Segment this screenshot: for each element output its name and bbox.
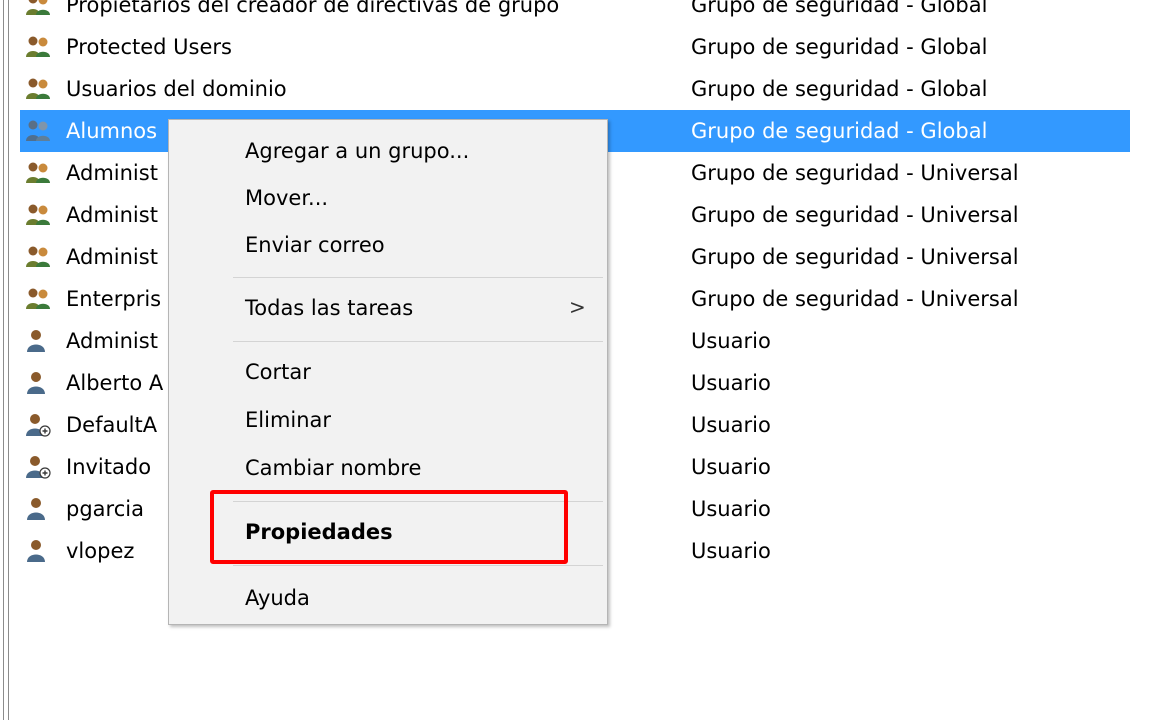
- item-type: Grupo de seguridad - Global: [691, 0, 988, 17]
- item-name: Usuarios del dominio: [66, 77, 287, 101]
- item-type: Grupo de seguridad - Global: [691, 119, 988, 143]
- item-type: Grupo de seguridad - Global: [691, 77, 988, 101]
- menu-separator: [233, 341, 603, 342]
- menu-item-all-tasks[interactable]: Todas las tareas: [245, 294, 413, 322]
- item-name: Alberto A: [66, 371, 164, 395]
- group-icon: [24, 0, 52, 17]
- menu-item-move[interactable]: Mover...: [245, 184, 328, 212]
- list-item[interactable]: Propietarios del creador de directivas d…: [20, 0, 1130, 26]
- item-type: Usuario: [691, 539, 771, 563]
- item-type: Usuario: [691, 329, 771, 353]
- item-type: Usuario: [691, 371, 771, 395]
- item-name: Administ: [66, 245, 158, 269]
- disabled-user-icon: [24, 455, 52, 479]
- group-icon: [24, 203, 52, 227]
- item-name: Protected Users: [66, 35, 232, 59]
- item-name: Alumnos: [66, 119, 158, 143]
- item-type: Usuario: [691, 497, 771, 521]
- item-type: Grupo de seguridad - Global: [691, 35, 988, 59]
- item-name: Propietarios del creador de directivas d…: [66, 0, 560, 17]
- menu-item-rename[interactable]: Cambiar nombre: [245, 454, 421, 482]
- group-icon: [24, 77, 52, 101]
- item-type: Grupo de seguridad - Universal: [691, 161, 1019, 185]
- highlight-box: [210, 490, 568, 564]
- group-icon: [24, 287, 52, 311]
- item-name: pgarcia: [66, 497, 144, 521]
- menu-separator: [233, 277, 603, 278]
- item-type: Grupo de seguridad - Universal: [691, 203, 1019, 227]
- item-name: Invitado: [66, 455, 152, 479]
- item-type: Usuario: [691, 455, 771, 479]
- list-item[interactable]: Usuarios del dominio Grupo de seguridad …: [20, 68, 1130, 110]
- user-icon: [24, 539, 52, 563]
- item-name: Administ: [66, 161, 158, 185]
- user-icon: [24, 371, 52, 395]
- group-icon: [24, 119, 52, 143]
- group-icon: [24, 245, 52, 269]
- group-icon: [24, 35, 52, 59]
- menu-item-delete[interactable]: Eliminar: [245, 406, 331, 434]
- item-name: Administ: [66, 203, 158, 227]
- menu-item-send-mail[interactable]: Enviar correo: [245, 231, 385, 259]
- menu-item-cut[interactable]: Cortar: [245, 358, 311, 386]
- menu-separator: [233, 565, 603, 566]
- item-name: DefaultA: [66, 413, 158, 437]
- item-type: Usuario: [691, 413, 771, 437]
- item-type: Grupo de seguridad - Universal: [691, 287, 1019, 311]
- chevron-right-icon: >: [569, 295, 586, 319]
- user-icon: [24, 329, 52, 353]
- item-name: vlopez: [66, 539, 135, 563]
- list-item[interactable]: Protected Users Grupo de seguridad - Glo…: [20, 26, 1130, 68]
- item-name: Enterpris: [66, 287, 162, 311]
- item-type: Grupo de seguridad - Universal: [691, 245, 1019, 269]
- item-name: Administ: [66, 329, 158, 353]
- menu-item-help[interactable]: Ayuda: [245, 584, 310, 612]
- group-icon: [24, 161, 52, 185]
- user-icon: [24, 497, 52, 521]
- disabled-user-icon: [24, 413, 52, 437]
- menu-item-add-to-group[interactable]: Agregar a un grupo...: [245, 137, 469, 165]
